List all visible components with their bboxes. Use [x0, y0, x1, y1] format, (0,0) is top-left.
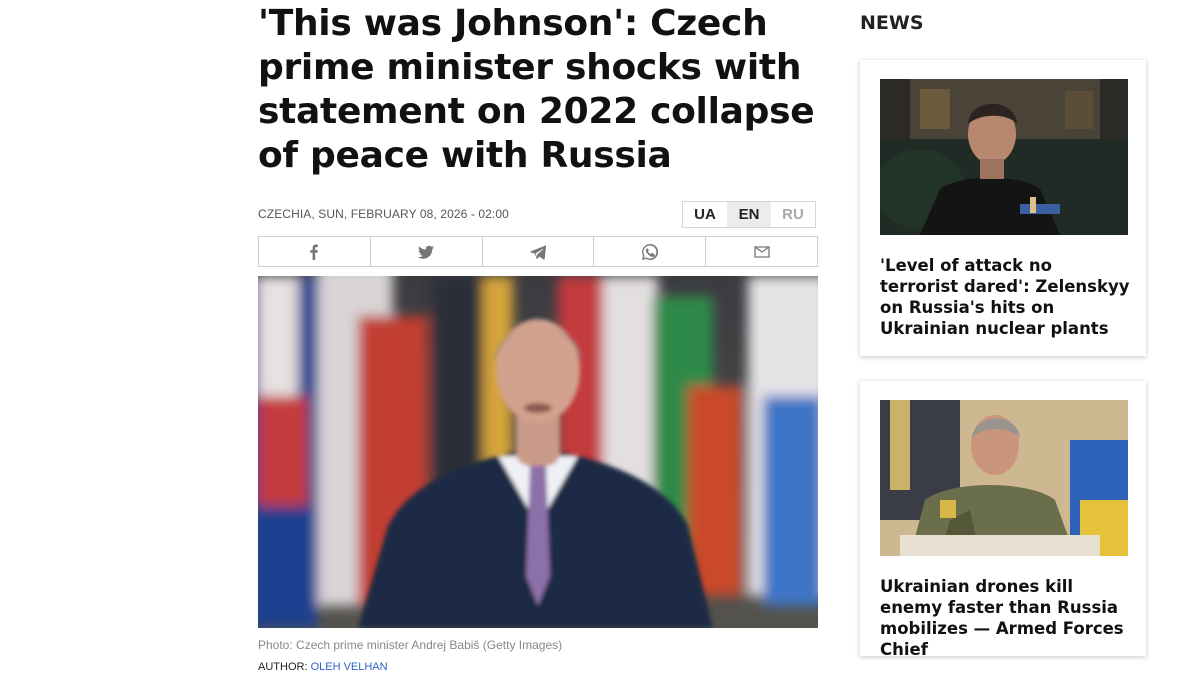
twitter-icon [418, 245, 435, 259]
author-link[interactable]: OLEH VELHAN [311, 661, 388, 673]
lang-ua[interactable]: UA [683, 202, 727, 227]
lang-ru[interactable]: RU [771, 202, 815, 227]
author-label: AUTHOR: [258, 661, 308, 673]
news-card-image [880, 400, 1128, 556]
share-email-button[interactable] [706, 237, 817, 266]
article-photo [258, 276, 818, 628]
whatsapp-icon [641, 243, 658, 260]
share-whatsapp-button[interactable] [594, 237, 707, 266]
babis-photo-illustration [258, 276, 818, 628]
facebook-icon [310, 244, 319, 260]
language-switcher: UA EN RU [682, 201, 816, 228]
news-card[interactable]: 'Level of attack no terrorist dared': Ze… [860, 60, 1146, 356]
sidebar-title: NEWS [860, 12, 924, 34]
news-card-image [880, 79, 1128, 235]
article-meta: CZECHIA, SUN, FEBRUARY 08, 2026 - 02:00 [258, 207, 509, 221]
share-twitter-button[interactable] [371, 237, 483, 266]
share-bar [258, 236, 818, 267]
article-headline: 'This was Johnson': Czech prime minister… [258, 3, 815, 176]
share-facebook-button[interactable] [259, 237, 371, 266]
share-telegram-button[interactable] [483, 237, 595, 266]
zelenskyy-photo-illustration [880, 79, 1128, 235]
telegram-icon [530, 244, 546, 260]
news-card-title: 'Level of attack no terrorist dared': Ze… [880, 256, 1130, 338]
news-card[interactable]: Ukrainian drones kill enemy faster than … [860, 381, 1146, 659]
news-card-title: Ukrainian drones kill enemy faster than … [880, 577, 1124, 659]
lang-en[interactable]: EN [727, 202, 771, 227]
photo-caption: Photo: Czech prime minister Andrej Babiš… [258, 638, 563, 652]
author-line: AUTHOR: OLEH VELHAN [258, 661, 388, 673]
syrskyi-photo-illustration [880, 400, 1128, 556]
email-icon [753, 245, 770, 258]
